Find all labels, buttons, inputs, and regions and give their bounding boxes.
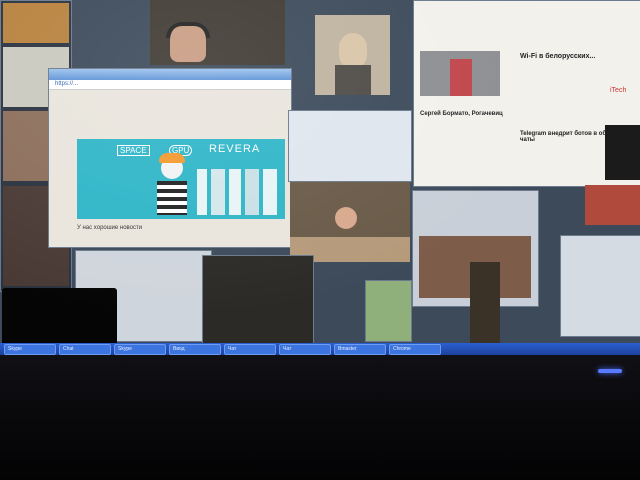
taskbar-item[interactable]: Skype bbox=[4, 344, 56, 355]
taskbar-item[interactable]: Bmaster bbox=[334, 344, 386, 355]
monitor-bezel bbox=[0, 355, 640, 480]
webcam-right-small bbox=[585, 185, 640, 225]
green-window bbox=[365, 280, 412, 342]
banner-caption: У нас хорошие новости bbox=[77, 225, 143, 231]
webcam-headphones bbox=[150, 0, 285, 65]
middle-window[interactable] bbox=[288, 110, 412, 182]
banner-mascot bbox=[155, 153, 189, 215]
power-led bbox=[598, 369, 622, 373]
browser-titlebar[interactable] bbox=[49, 69, 291, 80]
news-headline-1[interactable]: Wi-Fi в белорусских... bbox=[520, 53, 595, 60]
webcam-blonde-man bbox=[315, 15, 390, 95]
browser-window[interactable]: https://... SPACE GPU REVERA У нас хорош… bbox=[48, 68, 292, 248]
news-photo bbox=[420, 51, 500, 96]
taskbar-item[interactable]: Chrome bbox=[389, 344, 441, 355]
taskbar-item[interactable]: Skype bbox=[114, 344, 166, 355]
taskbar-item[interactable]: Chat bbox=[59, 344, 111, 355]
news-headline-2[interactable]: Сергей Бормато, Рогачевиц bbox=[420, 111, 503, 117]
monitor-screen: https://... SPACE GPU REVERA У нас хорош… bbox=[0, 0, 640, 365]
banner-image: SPACE GPU REVERA bbox=[77, 139, 285, 219]
taskbar-item[interactable]: Чат bbox=[279, 344, 331, 355]
news-brand: iTech bbox=[610, 87, 627, 94]
right-bottom-window[interactable] bbox=[560, 235, 640, 337]
thumb-1 bbox=[3, 3, 69, 43]
webcam-dark-right bbox=[605, 125, 640, 180]
banner-brand-left: SPACE bbox=[117, 145, 150, 156]
taskbar-item[interactable]: Чат bbox=[224, 344, 276, 355]
webcam-group-table bbox=[290, 182, 410, 262]
photo-scene: https://... SPACE GPU REVERA У нас хорош… bbox=[0, 0, 640, 480]
bottom-dark-window bbox=[202, 255, 314, 345]
banner-brand-right: REVERA bbox=[209, 143, 261, 155]
taskbar-item[interactable]: Ввод bbox=[169, 344, 221, 355]
banner-skyline bbox=[197, 169, 277, 215]
address-bar[interactable]: https://... bbox=[49, 80, 291, 90]
